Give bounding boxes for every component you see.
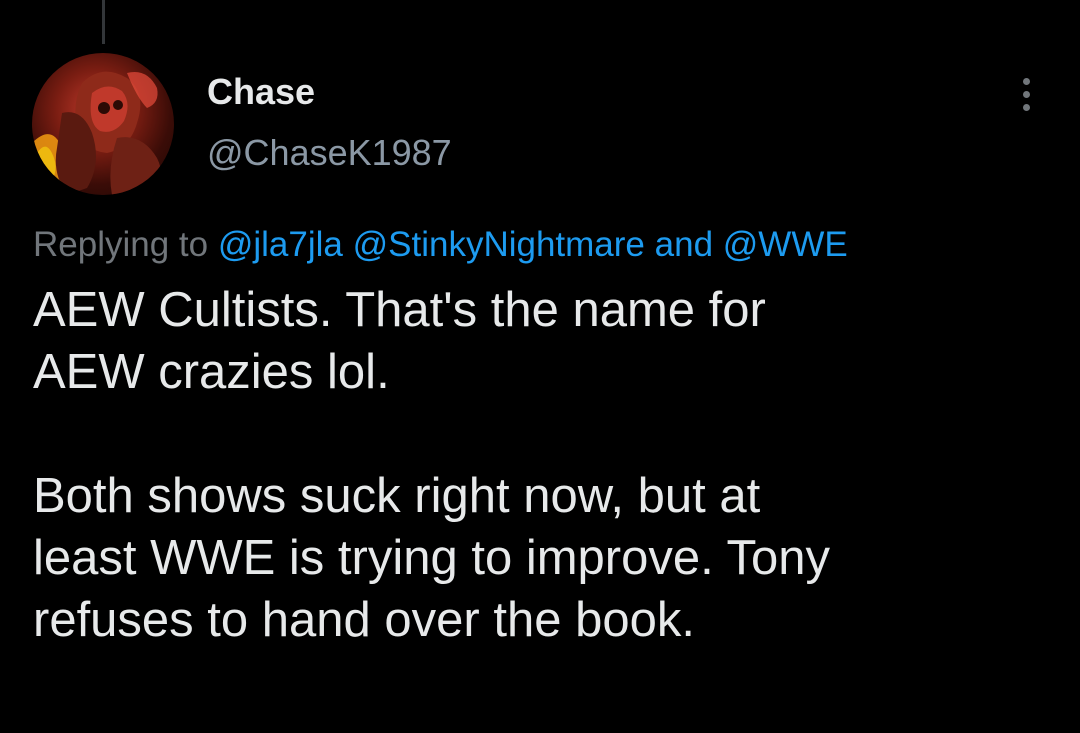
more-vertical-icon (1022, 103, 1030, 111)
mention-conjunction[interactable]: and (655, 225, 713, 264)
mention-link[interactable]: @jla7jla (218, 225, 343, 264)
mention-link[interactable]: @WWE (723, 225, 848, 264)
replying-to-label: Replying to (33, 225, 209, 264)
more-vertical-icon (1022, 90, 1030, 98)
author-display-name[interactable]: Chase (207, 70, 315, 114)
avatar[interactable] (32, 53, 174, 195)
mention-link[interactable]: @StinkyNightmare (353, 225, 645, 264)
more-options-button[interactable] (1008, 70, 1044, 118)
tweet-paragraph: Both shows suck right now, but at least … (33, 469, 830, 647)
tweet-paragraph: AEW Cultists. That's the name for AEW cr… (33, 283, 766, 399)
thread-connector-line (102, 0, 105, 44)
tweet-text: AEW Cultists. That's the name for AEW cr… (33, 279, 1043, 651)
more-vertical-icon (1022, 77, 1030, 85)
avatar-image (32, 71, 161, 195)
author-handle[interactable]: @ChaseK1987 (207, 131, 452, 175)
replying-to-line: Replying to @jla7jla @StinkyNightmare an… (33, 223, 848, 267)
